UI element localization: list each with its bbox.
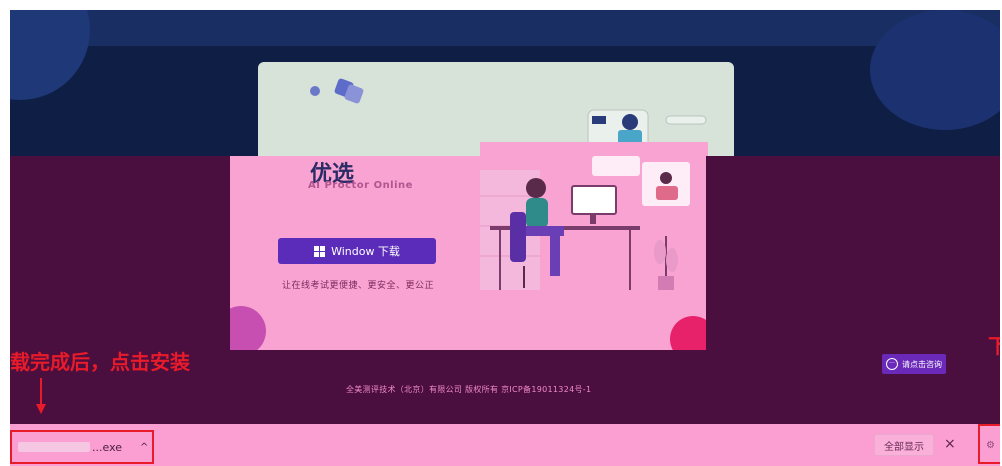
download-item[interactable]: ...exe ^ xyxy=(10,430,154,464)
office-illustration xyxy=(480,156,690,290)
top-band xyxy=(10,10,1000,46)
close-icon[interactable]: × xyxy=(944,436,956,452)
slogan: 让在线考试更便捷、更安全、更公正 xyxy=(281,281,434,291)
download-card: 优选 AI Proctor Online Window 下载 让在线考试更便捷、… xyxy=(230,156,706,350)
windows-icon xyxy=(314,245,326,257)
decorative-circle-left xyxy=(10,10,90,100)
download-bar: ...exe ^ 全部显示 × ⚙ xyxy=(10,424,1000,466)
show-all-button[interactable]: 全部显示 xyxy=(874,434,934,456)
file-extension: ...exe xyxy=(92,440,123,454)
consult-label: 请点击咨询 xyxy=(902,359,942,369)
copyright-text: 全美测评技术（北京）有限公司 版权所有 京ICP备19011324号-1 xyxy=(346,385,592,394)
decorative-circle-right xyxy=(870,10,1000,130)
card-edge xyxy=(480,142,708,156)
annotation-instruction-right: 下 xyxy=(988,334,1000,358)
windows-download-button[interactable]: Window 下载 xyxy=(278,238,436,264)
annotation-box-right: ⚙ xyxy=(978,424,1000,464)
brand-subtitle: AI Proctor Online xyxy=(308,180,413,191)
annotation-instruction: 载完成后，点击安装 xyxy=(10,350,190,374)
file-name-blurred xyxy=(18,442,90,452)
chevron-up-icon[interactable]: ^ xyxy=(140,442,148,453)
browser-viewport: 优选 AI Proctor Online Window 下载 让在线考试更便捷、… xyxy=(10,10,1000,466)
logo-mark-icon xyxy=(343,83,365,105)
decorative-blob xyxy=(230,306,266,350)
settings-icon: ⚙ xyxy=(986,440,995,451)
decorative-dot xyxy=(310,86,320,96)
consult-button[interactable]: ··· 请点击咨询 xyxy=(882,354,946,374)
arrow-head xyxy=(36,404,46,414)
chat-icon: ··· xyxy=(886,358,898,370)
download-button-label: Window 下载 xyxy=(331,245,400,258)
